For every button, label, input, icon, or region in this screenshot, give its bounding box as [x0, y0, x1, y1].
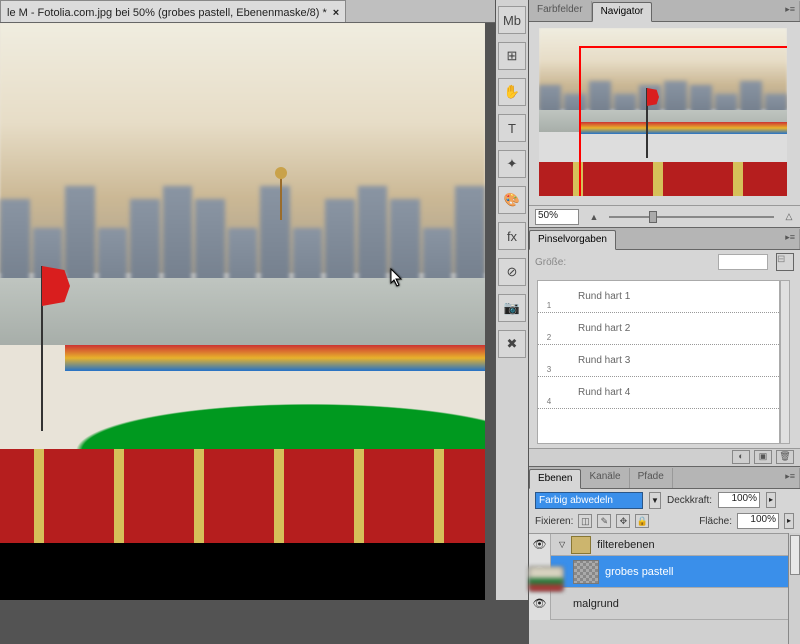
brush-options-icon[interactable]: ⊟ — [776, 253, 794, 271]
lock-pixels-icon[interactable]: ✎ — [597, 514, 611, 528]
brush-item: 4Rund hart 4 — [538, 377, 779, 409]
layer-row[interactable]: 👁 malgrund — [529, 588, 788, 620]
lock-transparency-icon[interactable]: ◫ — [578, 514, 592, 528]
navigator-view-rect[interactable] — [579, 46, 787, 196]
tab-layers[interactable]: Ebenen — [529, 469, 581, 489]
layer-mask-thumbnail[interactable] — [573, 560, 599, 584]
layer-row[interactable]: 👁 grobes pastell — [529, 556, 788, 588]
fill-label: Fläche: — [699, 516, 732, 527]
lock-position-icon[interactable]: ✥ — [616, 514, 630, 528]
tool-circle-icon[interactable]: ⊘ — [498, 258, 526, 286]
tool-color-icon[interactable]: 🎨 — [498, 186, 526, 214]
document-tab-bar: le M - Fotolia.com.jpg bei 50% (grobes p… — [0, 0, 495, 23]
chevron-down-icon[interactable]: ▼ — [649, 492, 661, 509]
brush-item: 1Rund hart 1 — [538, 281, 779, 313]
brush-presets-panel: Größe: ⊟ 1Rund hart 1 2Rund hart 2 3Rund… — [529, 250, 800, 467]
opacity-dropdown-icon[interactable]: ▸ — [766, 492, 776, 508]
tool-type-icon[interactable]: T — [498, 114, 526, 142]
layer-scrollbar[interactable] — [788, 533, 800, 644]
panel-menu-icon[interactable]: ▸≡ — [781, 1, 800, 21]
lock-label: Fixieren: — [535, 516, 573, 527]
layers-panel: Farbig abwedeln ▼ Deckkraft: 100% ▸ Fixi… — [529, 489, 800, 644]
chevron-down-icon[interactable]: ▽ — [559, 540, 565, 549]
panel-menu-icon[interactable]: ▸≡ — [781, 229, 800, 249]
tab-brush-presets[interactable]: Pinselvorgaben — [529, 230, 616, 250]
tab-paths[interactable]: Pfade — [630, 468, 673, 488]
fill-dropdown-icon[interactable]: ▸ — [784, 513, 794, 529]
brush-size-label: Größe: — [535, 257, 566, 268]
tool-shape-icon[interactable]: ✦ — [498, 150, 526, 178]
tool-grid-icon[interactable]: ⊞ — [498, 42, 526, 70]
tab-navigator[interactable]: Navigator — [592, 2, 653, 22]
layer-name: filterebenen — [597, 539, 655, 551]
navigator-thumbnail[interactable] — [539, 28, 787, 196]
brush-list-scrollbar[interactable] — [780, 280, 790, 444]
document-title: le M - Fotolia.com.jpg bei 50% (grobes p… — [7, 7, 327, 19]
folder-icon — [571, 536, 591, 554]
canvas-area[interactable] — [0, 23, 485, 600]
brush-item: 2Rund hart 2 — [538, 313, 779, 345]
layers-tabs: Ebenen Kanäle Pfade ▸≡ — [529, 467, 800, 489]
visibility-icon[interactable]: 👁 — [529, 534, 551, 556]
fill-field[interactable]: 100% — [737, 513, 779, 529]
tool-fx-icon[interactable]: fx — [498, 222, 526, 250]
brush-tabs: Pinselvorgaben ▸≡ — [529, 228, 800, 250]
blend-mode-select[interactable]: Farbig abwedeln — [535, 492, 643, 509]
zoom-field[interactable]: 50% — [535, 209, 579, 225]
layer-group-row[interactable]: 👁 ▽ filterebenen — [529, 534, 788, 556]
tool-hand-icon[interactable]: ✋ — [498, 78, 526, 106]
panel-menu-icon[interactable]: ▸≡ — [781, 468, 800, 488]
document-tab[interactable]: le M - Fotolia.com.jpg bei 50% (grobes p… — [0, 0, 346, 22]
layer-name: malgrund — [573, 598, 619, 610]
layer-list: 👁 ▽ filterebenen 👁 grobes pastell 👁 malg… — [529, 533, 788, 644]
zoom-out-icon[interactable]: ▲ — [589, 212, 599, 222]
cursor-icon — [390, 268, 404, 288]
right-panels: Farbfelder Navigator ▸≡ 50% ▲ △ Pinselv — [529, 0, 800, 600]
navigator-tabs: Farbfelder Navigator ▸≡ — [529, 0, 800, 22]
canvas-image — [0, 23, 485, 543]
zoom-in-icon[interactable]: △ — [784, 211, 794, 222]
brush-size-field[interactable] — [718, 254, 768, 270]
opacity-field[interactable]: 100% — [718, 492, 760, 508]
brush-delete-icon[interactable]: 🗑 — [776, 450, 794, 464]
lock-all-icon[interactable]: 🔒 — [635, 514, 649, 528]
brush-item: 3Rund hart 3 — [538, 345, 779, 377]
navigator-panel: 50% ▲ △ — [529, 22, 800, 228]
tab-swatches[interactable]: Farbfelder — [529, 1, 592, 21]
close-icon[interactable]: × — [333, 7, 339, 19]
tool-camera-icon[interactable]: 📷 — [498, 294, 526, 322]
brush-toggle-icon[interactable]: ◐ — [732, 450, 750, 464]
tool-crossed-icon[interactable]: ✖ — [498, 330, 526, 358]
tab-channels[interactable]: Kanäle — [581, 468, 629, 488]
layer-thumbnail[interactable] — [529, 567, 563, 591]
zoom-slider[interactable] — [609, 211, 774, 223]
brush-list[interactable]: 1Rund hart 1 2Rund hart 2 3Rund hart 3 4… — [537, 280, 780, 444]
opacity-label: Deckkraft: — [667, 495, 712, 506]
layer-name: grobes pastell — [605, 566, 674, 578]
tool-mb[interactable]: Mb — [498, 6, 526, 34]
visibility-icon[interactable]: 👁 — [529, 588, 551, 620]
brush-new-icon[interactable]: ▣ — [754, 450, 772, 464]
toolstrip: Mb ⊞ ✋ T ✦ 🎨 fx ⊘ 📷 ✖ — [495, 0, 529, 600]
